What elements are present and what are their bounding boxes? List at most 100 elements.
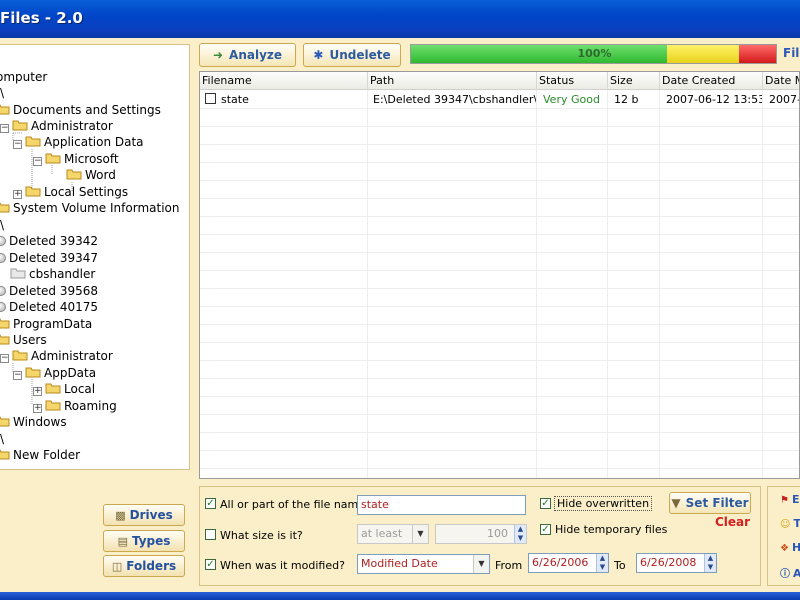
- grid-row-line: [200, 288, 799, 289]
- tree-item-documents-and-settings[interactable]: Documents and Settings: [0, 102, 161, 118]
- files-link[interactable]: File: [783, 46, 800, 60]
- column-divider: [762, 90, 763, 478]
- grid-row-line: [200, 234, 799, 235]
- folders-button-label: Folders: [126, 559, 177, 573]
- size-filter-checkbox[interactable]: [205, 529, 216, 540]
- undelete-button-label: Undelete: [329, 48, 391, 62]
- size-value-text: 100: [487, 527, 508, 540]
- collapse-icon[interactable]: −: [33, 157, 42, 166]
- analyze-button[interactable]: ➜ Analyze: [199, 43, 296, 67]
- tree-item-new-folder[interactable]: New Folder: [0, 447, 80, 463]
- folder-tree[interactable]: omputer :\ Documents and Settings −Admin…: [0, 44, 190, 470]
- tree-item-label: Application Data: [44, 135, 144, 149]
- tree-item-deleted-39347[interactable]: Deleted 39347: [0, 250, 98, 266]
- grid-row-line: [200, 450, 799, 451]
- column-header-path[interactable]: Path: [368, 72, 537, 90]
- deleted-folder-icon: [0, 253, 6, 263]
- folders-button[interactable]: ◫ Folders: [103, 555, 185, 577]
- collapse-icon[interactable]: −: [13, 140, 22, 149]
- grid-row-line: [200, 270, 799, 271]
- tree-item-roaming[interactable]: + Roaming: [33, 398, 117, 414]
- tree-item-drive-e[interactable]: :\: [0, 217, 4, 233]
- to-date-value: 6/26/2008: [640, 556, 697, 569]
- tree-item-deleted-39342[interactable]: Deleted 39342: [0, 233, 98, 249]
- cell-path: E:\Deleted 39347\cbshandler\: [373, 93, 536, 106]
- tree-item-local[interactable]: + Local: [33, 381, 95, 397]
- drives-button[interactable]: ▩ Drives: [103, 504, 185, 526]
- collapse-icon[interactable]: −: [0, 124, 9, 133]
- column-header-date-created[interactable]: Date Created: [660, 72, 763, 90]
- tree-item-cbshandler[interactable]: cbshandler: [10, 266, 95, 282]
- filename-filter-label: All or part of the file name:: [220, 498, 369, 511]
- from-date-input[interactable]: 6/26/2006 ▲ ▼: [528, 553, 609, 573]
- collapse-icon[interactable]: −: [13, 371, 22, 380]
- tree-item-programdata[interactable]: ProgramData: [0, 316, 92, 332]
- tree-item-users-administrator[interactable]: − Administrator: [0, 348, 113, 364]
- from-label: From: [495, 559, 523, 572]
- column-header-status[interactable]: Status: [537, 72, 608, 90]
- clear-filter-link[interactable]: Clear: [715, 515, 750, 529]
- tree-item-deleted-40175[interactable]: Deleted 40175: [0, 299, 98, 315]
- grid-row-line: [200, 144, 799, 145]
- column-header-filename[interactable]: Filename: [200, 72, 368, 90]
- tree-item-drive-f[interactable]: :\: [0, 431, 4, 447]
- filename-filter-input[interactable]: state: [357, 495, 526, 515]
- folder-icon: [66, 168, 82, 180]
- folder-icon: [0, 448, 10, 460]
- folder-icon: [12, 119, 28, 131]
- tree-item-windows[interactable]: Windows: [0, 414, 67, 430]
- language-option[interactable]: ⚑ E: [780, 493, 799, 506]
- types-button[interactable]: ▤ Types: [103, 530, 185, 552]
- spin-down-icon[interactable]: ▼: [515, 534, 526, 543]
- collapse-icon[interactable]: −: [0, 354, 9, 363]
- undelete-button[interactable]: ✱ Undelete: [303, 43, 401, 67]
- size-value-input[interactable]: 100 ▲ ▼: [435, 524, 527, 544]
- file-list-table[interactable]: Filename Path Status Size Date Created D…: [199, 71, 800, 479]
- tree-item-drive-c[interactable]: :\: [0, 85, 4, 101]
- row-checkbox[interactable]: [205, 93, 216, 104]
- hide-temporary-checkbox[interactable]: ✓: [540, 524, 551, 535]
- tree-item-deleted-39568[interactable]: Deleted 39568: [0, 283, 98, 299]
- size-mode-select[interactable]: at least ▼: [357, 524, 429, 544]
- tree-item-microsoft[interactable]: − Microsoft: [33, 151, 119, 167]
- spin-up-icon[interactable]: ▲: [597, 554, 608, 563]
- tree-item-word[interactable]: Word: [66, 167, 116, 183]
- about-option[interactable]: ⓘ A: [780, 565, 800, 580]
- folder-icon: [12, 349, 28, 361]
- tree-item-local-settings[interactable]: + Local Settings: [13, 184, 128, 200]
- tree-item-appdata[interactable]: − AppData: [13, 365, 96, 381]
- to-label: To: [614, 559, 626, 572]
- tree-item-system-volume-information[interactable]: System Volume Information: [0, 200, 179, 216]
- spin-down-icon[interactable]: ▼: [705, 563, 716, 572]
- grid-row-line: [200, 414, 799, 415]
- drives-button-label: Drives: [129, 508, 173, 522]
- tree-item-administrator[interactable]: − Administrator: [0, 118, 113, 134]
- tree-item-computer[interactable]: omputer: [0, 69, 47, 85]
- expand-icon[interactable]: +: [33, 387, 42, 396]
- to-date-input[interactable]: 6/26/2008 ▲ ▼: [636, 553, 717, 573]
- to-date-spinner[interactable]: ▲ ▼: [704, 554, 716, 572]
- column-header-date-modified[interactable]: Date M: [763, 72, 799, 90]
- expand-icon[interactable]: +: [33, 404, 42, 413]
- date-filter-checkbox[interactable]: ✓: [205, 559, 216, 570]
- deleted-folder-icon: [10, 267, 26, 279]
- options-panel: ⚑ E ☺ T ❖ H ⓘ A: [767, 486, 800, 586]
- filename-filter-checkbox[interactable]: ✓: [205, 498, 216, 509]
- spin-down-icon[interactable]: ▼: [597, 563, 608, 572]
- tree-item-users[interactable]: Users: [0, 332, 47, 348]
- window-bottom-border: [0, 592, 800, 600]
- size-spinner[interactable]: ▲ ▼: [514, 525, 526, 543]
- help-option[interactable]: ❖ H: [780, 541, 800, 554]
- spin-up-icon[interactable]: ▲: [515, 525, 526, 534]
- hide-overwritten-checkbox[interactable]: ✓: [540, 498, 551, 509]
- expand-icon[interactable]: +: [13, 190, 22, 199]
- tree-item-application-data[interactable]: − Application Data: [13, 134, 144, 150]
- tree-item-label: Administrator: [31, 119, 113, 133]
- from-date-spinner[interactable]: ▲ ▼: [596, 554, 608, 572]
- spin-up-icon[interactable]: ▲: [705, 554, 716, 563]
- tips-option[interactable]: ☺ T: [780, 517, 800, 530]
- folder-icon: [45, 399, 61, 411]
- date-mode-select[interactable]: Modified Date ▼: [357, 554, 490, 574]
- column-header-size[interactable]: Size: [608, 72, 660, 90]
- set-filter-button[interactable]: ▼ Set Filter: [669, 492, 751, 514]
